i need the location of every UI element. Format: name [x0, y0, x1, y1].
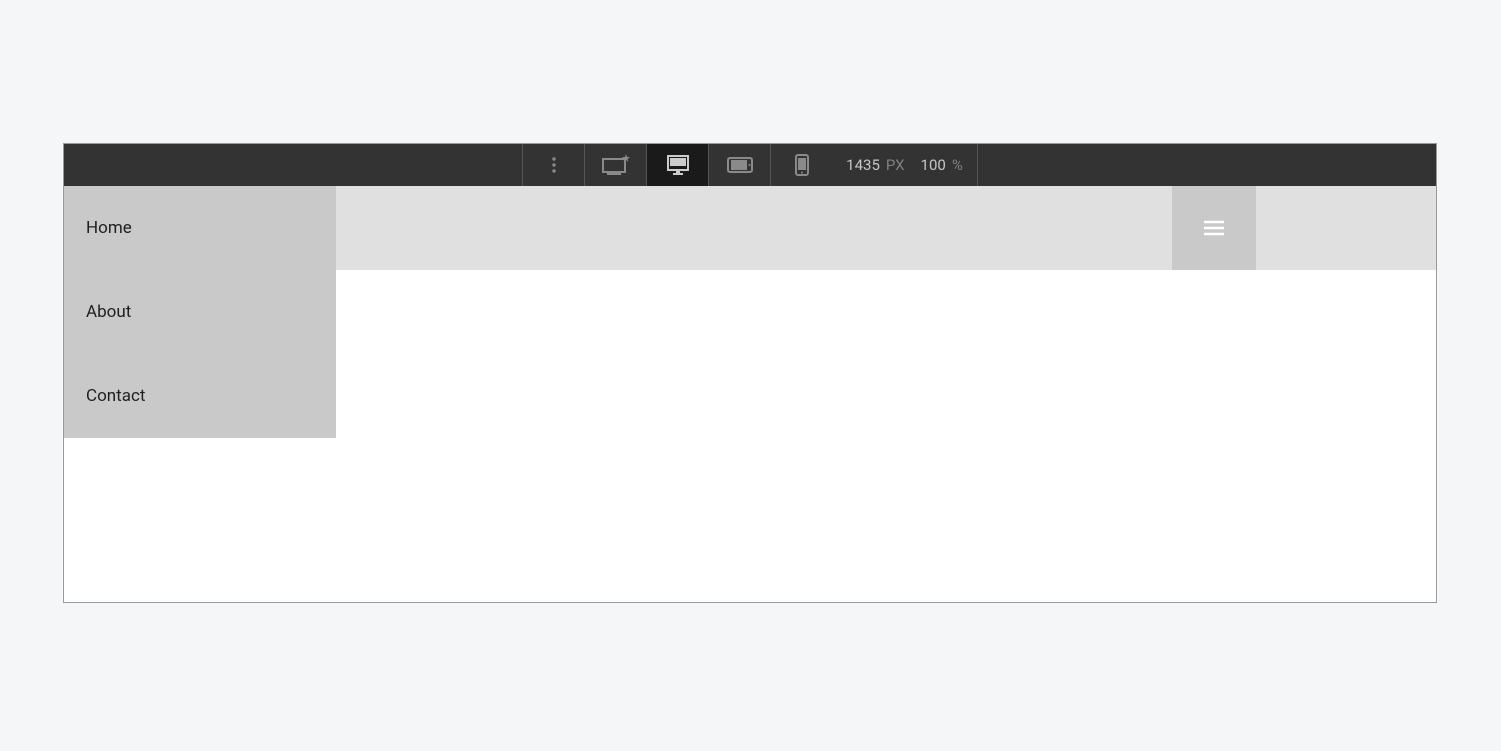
device-tablet-button[interactable] [708, 144, 770, 186]
tablet-icon [726, 155, 754, 175]
device-desktop-button[interactable] [646, 144, 708, 186]
zoom-value: 100 [921, 156, 946, 174]
preview-frame: 1435 PX 100 % Home About [63, 143, 1437, 603]
viewport-info: 1435 PX 100 % [832, 144, 978, 186]
nav-item-contact[interactable]: Contact [64, 354, 336, 438]
device-tv-button[interactable] [584, 144, 646, 186]
tv-icon [601, 153, 631, 177]
nav-item-label: Home [86, 218, 132, 238]
desktop-icon [665, 153, 691, 177]
nav-item-home[interactable]: Home [64, 186, 336, 270]
nav-item-about[interactable]: About [64, 270, 336, 354]
preview-content: Home About Contact [64, 186, 1436, 602]
hamburger-icon [1203, 220, 1225, 236]
toolbar-group: 1435 PX 100 % [522, 144, 978, 186]
more-vertical-icon [544, 155, 564, 175]
device-phone-button[interactable] [770, 144, 832, 186]
more-options-button[interactable] [522, 144, 584, 186]
phone-icon [793, 153, 811, 177]
viewport-width-value: 1435 [846, 156, 880, 174]
viewport-width-unit: PX [886, 156, 905, 174]
zoom-unit: % [952, 156, 963, 174]
sidebar-nav: Home About Contact [64, 186, 336, 438]
preview-toolbar: 1435 PX 100 % [64, 144, 1436, 186]
nav-item-label: About [86, 302, 131, 322]
menu-toggle-button[interactable] [1172, 186, 1256, 270]
nav-item-label: Contact [86, 386, 145, 406]
